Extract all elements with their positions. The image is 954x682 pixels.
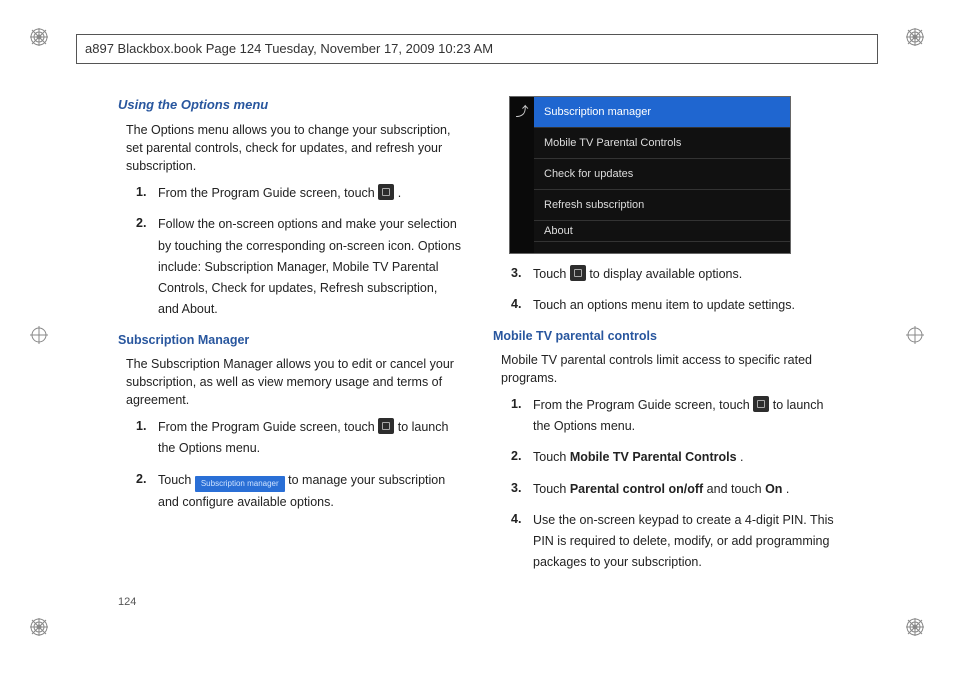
phone-back-tab: ⤴	[510, 97, 534, 253]
heading-parental-controls: Mobile TV parental controls	[493, 327, 836, 345]
step-text: Touch an options menu item to update set…	[533, 295, 836, 316]
step-item: 4. Touch an options menu item to update …	[511, 295, 836, 316]
paragraph: Mobile TV parental controls limit access…	[501, 351, 836, 387]
options-icon	[378, 418, 394, 434]
step-item: 2. Touch Subscription manager to manage …	[136, 470, 461, 513]
step-item: 1. From the Program Guide screen, touch …	[136, 183, 461, 204]
back-arrow-icon: ⤴	[515, 103, 528, 253]
step-item: 1. From the Program Guide screen, touch …	[136, 417, 461, 460]
step-text: From the Program Guide screen, touch to …	[158, 417, 461, 460]
phone-menu-item: Refresh subscription	[534, 190, 790, 221]
content-columns: Using the Options menu The Options menu …	[118, 96, 836, 616]
registration-mark-icon	[30, 28, 48, 46]
step-text: Touch Mobile TV Parental Controls .	[533, 447, 836, 468]
heading-options-menu: Using the Options menu	[118, 96, 461, 115]
phone-screenshot: ⤴ Subscription manager Mobile TV Parenta…	[509, 96, 791, 254]
right-column: ⤴ Subscription manager Mobile TV Parenta…	[493, 96, 836, 616]
phone-menu-list: Subscription manager Mobile TV Parental …	[534, 97, 790, 253]
step-item: 3. Touch Parental control on/off and tou…	[511, 479, 836, 500]
step-number: 2.	[136, 214, 158, 320]
step-text: From the Program Guide screen, touch to …	[533, 395, 836, 438]
running-head: a897 Blackbox.book Page 124 Tuesday, Nov…	[77, 41, 493, 56]
bold-label: Mobile TV Parental Controls	[570, 450, 737, 464]
step-number: 1.	[511, 395, 533, 438]
subscription-manager-button-icon: Subscription manager	[195, 476, 285, 492]
running-head-frame: a897 Blackbox.book Page 124 Tuesday, Nov…	[76, 34, 878, 64]
options-icon	[570, 265, 586, 281]
paragraph: The Options menu allows you to change yo…	[126, 121, 461, 175]
step-number: 2.	[136, 470, 158, 513]
step-text: Touch to display available options.	[533, 264, 836, 285]
registration-mark-icon	[906, 28, 924, 46]
steps-list: 1. From the Program Guide screen, touch …	[493, 395, 836, 574]
step-number: 1.	[136, 183, 158, 204]
step-item: 1. From the Program Guide screen, touch …	[511, 395, 836, 438]
steps-list: 3. Touch to display available options. 4…	[493, 264, 836, 317]
step-text: From the Program Guide screen, touch .	[158, 183, 461, 204]
phone-menu-item: About	[534, 221, 790, 242]
step-number: 2.	[511, 447, 533, 468]
options-icon	[378, 184, 394, 200]
page: a897 Blackbox.book Page 124 Tuesday, Nov…	[0, 0, 954, 682]
step-text: Touch Parental control on/off and touch …	[533, 479, 836, 500]
options-icon	[753, 396, 769, 412]
step-text: Touch Subscription manager to manage you…	[158, 470, 461, 513]
phone-menu-item-selected: Subscription manager	[534, 97, 790, 128]
step-item: 2. Touch Mobile TV Parental Controls .	[511, 447, 836, 468]
steps-list: 1. From the Program Guide screen, touch …	[118, 183, 461, 321]
cross-mark-icon	[906, 326, 924, 344]
phone-menu-item: Mobile TV Parental Controls	[534, 128, 790, 159]
cross-mark-icon	[30, 326, 48, 344]
registration-mark-icon	[906, 618, 924, 636]
step-number: 3.	[511, 264, 533, 285]
registration-mark-icon	[30, 618, 48, 636]
step-number: 4.	[511, 510, 533, 574]
bold-label: On	[765, 482, 782, 496]
heading-subscription-manager: Subscription Manager	[118, 331, 461, 349]
step-text: Follow the on-screen options and make yo…	[158, 214, 461, 320]
step-number: 1.	[136, 417, 158, 460]
bold-label: Parental control on/off	[570, 482, 703, 496]
step-item: 3. Touch to display available options.	[511, 264, 836, 285]
step-item: 2. Follow the on-screen options and make…	[136, 214, 461, 320]
step-item: 4. Use the on-screen keypad to create a …	[511, 510, 836, 574]
phone-menu-item: Check for updates	[534, 159, 790, 190]
paragraph: The Subscription Manager allows you to e…	[126, 355, 461, 409]
step-text: Use the on-screen keypad to create a 4-d…	[533, 510, 836, 574]
step-number: 4.	[511, 295, 533, 316]
left-column: Using the Options menu The Options menu …	[118, 96, 461, 616]
step-number: 3.	[511, 479, 533, 500]
page-number: 124	[118, 596, 136, 608]
steps-list: 1. From the Program Guide screen, touch …	[118, 417, 461, 513]
